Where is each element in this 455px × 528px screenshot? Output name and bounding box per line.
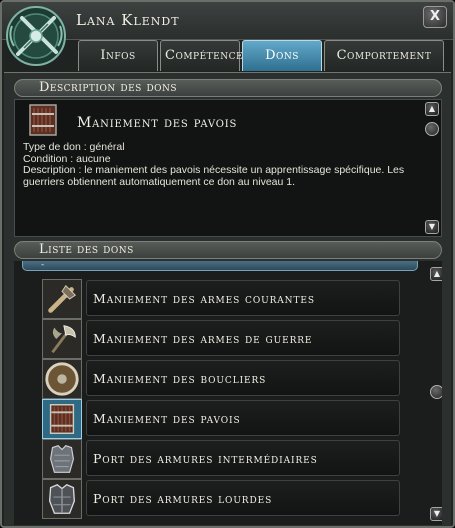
heavy-armor-icon xyxy=(42,479,82,519)
shield-icon xyxy=(42,359,82,399)
feat-item-label: Port des armures intermédiaires xyxy=(93,451,318,466)
tab-dons[interactable]: Dons xyxy=(242,40,322,71)
scroll-up-icon[interactable]: ▲ xyxy=(430,267,442,281)
feat-item-label: Port des armures lourdes xyxy=(93,491,273,506)
feat-item-bar[interactable]: Maniement des armes courantes xyxy=(86,280,400,316)
character-sheet-window: Lana Klendt X Infos Compétences Dons Com… xyxy=(0,0,455,528)
tab-infos[interactable]: Infos xyxy=(78,40,158,71)
feat-list-header-label: Liste des dons xyxy=(39,242,134,257)
list-item[interactable]: Maniement des armes de guerre xyxy=(42,319,404,359)
medium-armor-icon xyxy=(42,439,82,479)
feat-item-bar[interactable]: Maniement des pavois xyxy=(86,400,400,436)
feat-description-text: Type de don : général Condition : aucune… xyxy=(23,141,419,188)
feat-item-bar[interactable]: Maniement des boucliers xyxy=(86,360,400,396)
feat-item-label: Maniement des armes de guerre xyxy=(93,331,313,346)
list-item[interactable]: Maniement des pavois xyxy=(42,399,404,439)
feat-type: Type de don : général xyxy=(23,141,125,153)
feat-list-scrollbar[interactable]: ▲ ▼ xyxy=(430,267,442,521)
tab-comportement-label: Comportement xyxy=(336,48,432,63)
close-button[interactable]: X xyxy=(423,6,447,28)
window-title: Lana Klendt xyxy=(76,11,180,29)
list-scroll-marker: - xyxy=(22,261,418,271)
feat-list-header: Liste des dons xyxy=(14,241,442,259)
list-item[interactable]: Maniement des armes courantes xyxy=(42,279,404,319)
feat-item-label: Maniement des armes courantes xyxy=(93,291,315,306)
description-header-label: Description des dons xyxy=(39,80,178,95)
tower-shield-icon xyxy=(29,104,57,136)
feat-item-label: Maniement des pavois xyxy=(93,411,241,426)
feat-item-bar[interactable]: Port des armures intermédiaires xyxy=(86,440,400,476)
tab-competences[interactable]: Compétences xyxy=(160,40,250,71)
scroll-down-icon[interactable]: ▼ xyxy=(430,507,442,521)
list-top-marker: - xyxy=(41,261,45,270)
tab-competences-label: Compétences xyxy=(165,48,250,63)
simple-weapons-icon xyxy=(42,279,82,319)
feat-item-bar[interactable]: Port des armures lourdes xyxy=(86,480,400,516)
feat-description-box: Maniement des pavois Type de don : génér… xyxy=(14,99,442,237)
scroll-up-icon[interactable]: ▲ xyxy=(425,102,439,116)
list-item[interactable]: Port des armures lourdes xyxy=(42,479,404,519)
list-item[interactable]: Maniement des boucliers xyxy=(42,359,404,399)
martial-weapons-icon xyxy=(42,319,82,359)
scroll-down-icon[interactable]: ▼ xyxy=(425,220,439,234)
tab-comportement[interactable]: Comportement xyxy=(324,40,444,71)
scroll-thumb[interactable] xyxy=(430,385,442,399)
description-header: Description des dons xyxy=(14,79,442,97)
tab-infos-label: Infos xyxy=(100,48,136,63)
feat-item-bar[interactable]: Maniement des armes de guerre xyxy=(86,320,400,356)
tab-dons-label: Dons xyxy=(265,48,299,63)
feat-description: Description : le maniement des pavois né… xyxy=(23,164,405,188)
feat-item-label: Maniement des boucliers xyxy=(93,371,267,386)
description-scrollbar[interactable]: ▲ ▼ xyxy=(425,102,439,234)
feat-list: - Maniement des armes courantes Maniemen… xyxy=(14,261,442,525)
scroll-thumb[interactable] xyxy=(425,122,439,136)
dons-panel: Description des dons Maniement des pavoi… xyxy=(4,72,451,526)
list-item[interactable]: Port des armures intermédiaires xyxy=(42,439,404,479)
emblem-icon xyxy=(6,6,66,66)
tower-shield-icon xyxy=(42,399,82,439)
feat-name: Maniement des pavois xyxy=(77,115,238,131)
